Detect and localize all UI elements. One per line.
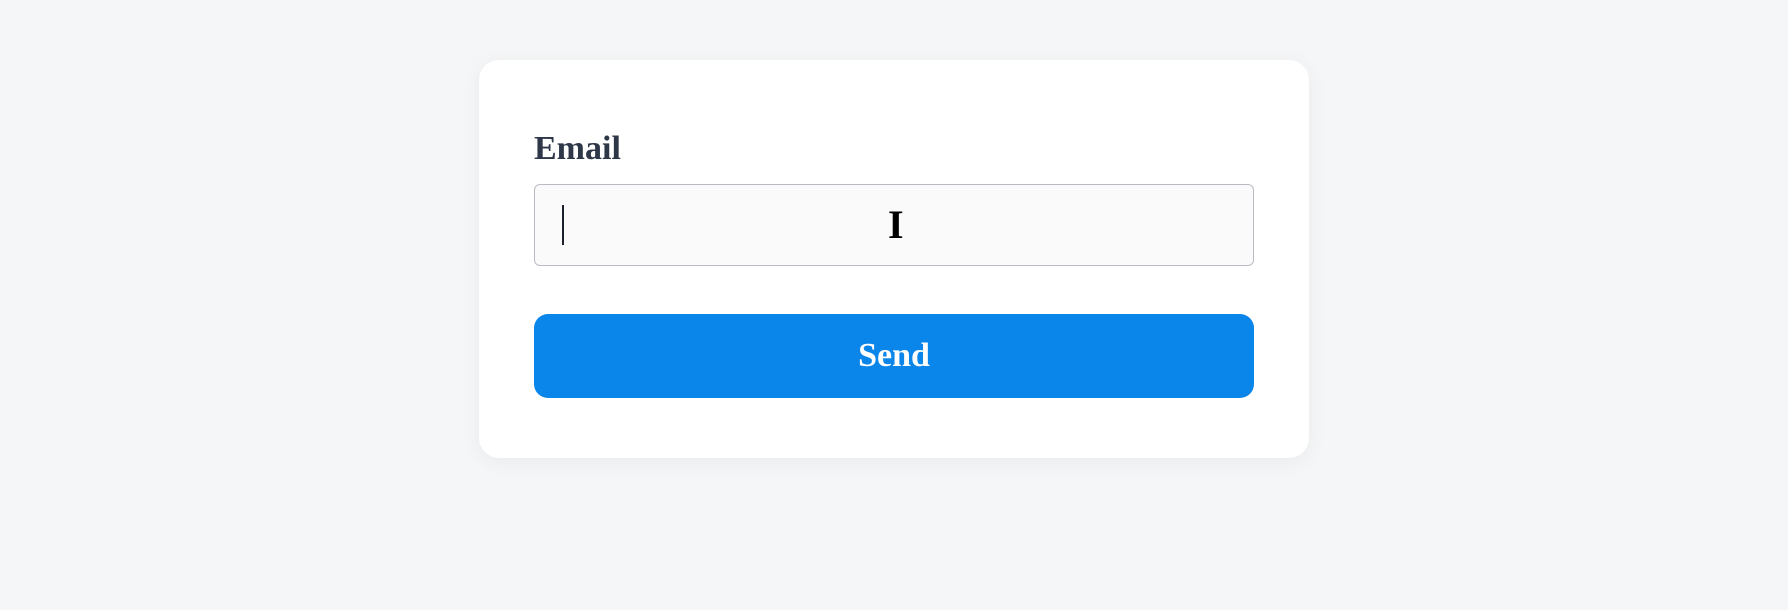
email-input[interactable]: [534, 184, 1254, 266]
email-label: Email: [534, 130, 1254, 168]
email-input-wrapper: I: [534, 184, 1254, 266]
form-card: Email I Send: [479, 60, 1309, 458]
send-button[interactable]: Send: [534, 314, 1254, 398]
